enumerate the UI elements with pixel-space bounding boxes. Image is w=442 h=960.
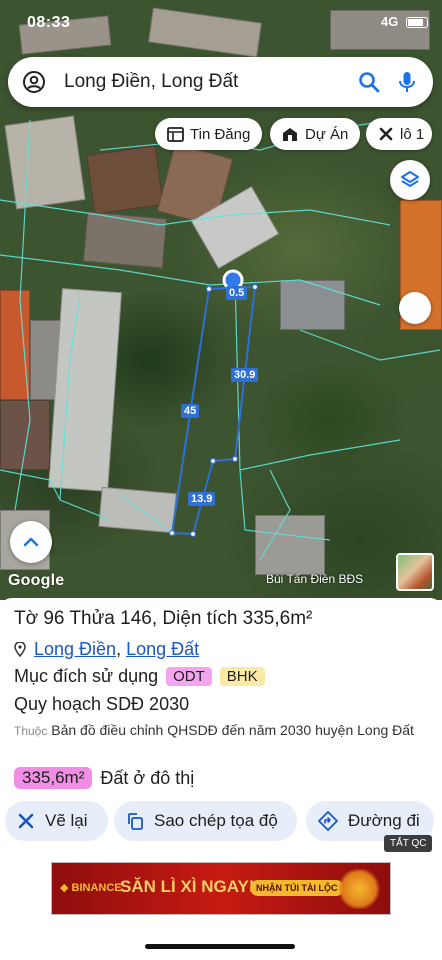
copy-coordinates-button[interactable]: Sao chép tọa độ [114,801,297,841]
area-row: 335,6m² Đất ở đô thị [14,767,194,789]
tools-icon [379,127,393,141]
network-label: 4G [381,14,399,29]
satellite-map[interactable]: 0.5 30.9 45 13.9 08:33 4G Long Điền, Lon… [0,0,442,600]
parcel-location: Long Điền , Long Đất [14,639,199,660]
account-icon[interactable] [22,70,46,94]
search-icon[interactable] [357,70,381,94]
expand-panel-button[interactable] [10,521,52,563]
segment-label-right: 30.9 [231,368,259,382]
microphone-icon[interactable] [395,70,419,94]
purpose-row: Mục đích sử dụng ODT BHK [14,666,265,687]
ad-headline: SĂN LÌ XÌ NGAY! [120,877,255,896]
building-icon [283,128,297,141]
segment-label-left: 45 [181,404,200,418]
redraw-icon [18,813,34,829]
chip-label: lô 1 [400,125,425,143]
status-time: 08:33 [27,14,71,31]
watermark-text: Bùi Tấn Điền BĐS [266,572,364,586]
area-value-pill: 335,6m² [14,767,93,789]
parcel-info-panel: Tờ 96 Thửa 146, Diện tích 335,6m² Long Đ… [0,598,442,960]
network-indicator: 4G [381,14,428,29]
redraw-button[interactable]: Vẽ lại [5,801,108,841]
location-separator: , [116,639,127,659]
ad-artwork [336,869,382,909]
segment-label-bottom: 13.9 [188,492,216,506]
plan-description: Thuộc Bản đồ điều chỉnh QHSDĐ đến năm 20… [14,720,424,741]
search-bar[interactable]: Long Điền, Long Đất [8,57,433,107]
chevron-up-icon [23,537,39,547]
search-input[interactable]: Long Điền, Long Đất [64,71,357,93]
belongs-prefix: Thuộc [14,724,48,738]
watermark-avatar [396,553,434,591]
layers-icon [401,171,419,187]
map-control-button[interactable] [399,292,431,324]
copy-icon [128,813,143,830]
town-link[interactable]: Long Đất [126,639,199,660]
google-logo: Google [8,572,65,589]
area-description: Đất ở đô thị [100,767,195,788]
location-pin-icon [14,642,26,657]
chip-du-an[interactable]: Dự Án [270,118,361,150]
directions-icon [318,811,338,831]
plan-label: Quy hoạch SDĐ 2030 [14,694,190,714]
purpose-label: Mục đích sử dụng [14,666,159,686]
district-link[interactable]: Long Điền [34,639,116,660]
chip-label: Dự Án [305,125,349,143]
chip-tin-dang[interactable]: Tin Đăng [155,118,263,150]
copy-label: Sao chép tọa độ [154,811,278,830]
badge-odt: ODT [166,667,212,686]
battery-icon [406,17,428,29]
chip-label: Tin Đăng [190,125,251,143]
belongs-text: Bản đồ điều chỉnh QHSDĐ đến năm 2030 huy… [51,722,414,738]
listing-icon [167,126,184,142]
redraw-label: Vẽ lại [45,811,88,830]
chip-lo-1[interactable]: lô 1 [366,118,433,150]
ad-cta: NHẬN TÚI TÀI LỘC [250,880,344,896]
ad-brand: ◆ BINANCE [60,882,122,894]
directions-label: Đường đi [348,811,420,830]
parcel-title: Tờ 96 Thửa 146, Diện tích 335,6m² [14,608,313,629]
hide-ad-button[interactable]: TẮT QC [384,835,433,852]
home-indicator [145,944,295,949]
ad-banner[interactable]: ◆ BINANCE SĂN LÌ XÌ NGAY! NHẬN TÚI TÀI L… [51,862,391,915]
badge-bhk: BHK [219,667,265,686]
layers-button[interactable] [390,160,430,200]
segment-label-top: 0.5 [226,286,248,300]
